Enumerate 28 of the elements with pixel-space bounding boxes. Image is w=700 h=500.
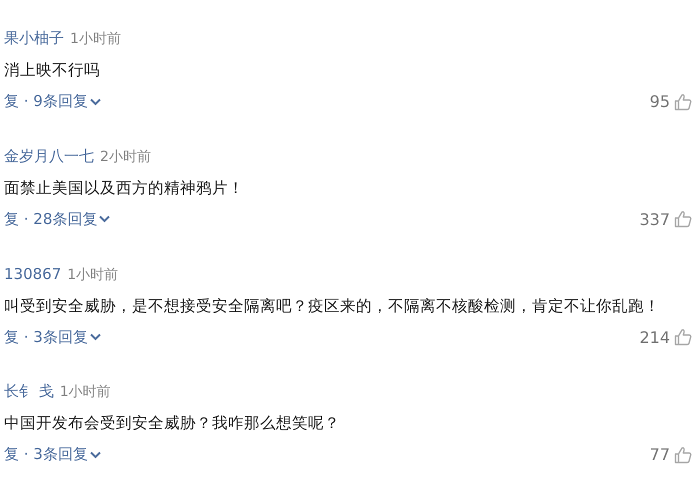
reply-link[interactable]: 复 · 28条回复 bbox=[4, 210, 110, 229]
username[interactable]: 130867 bbox=[4, 264, 62, 282]
timestamp: 1小时前 bbox=[70, 30, 121, 48]
comment-text: 叫受到安全威胁，是不想接受安全隔离吧？疫区来的，不隔离不核酸检测，肯定不让你乱跑！ bbox=[4, 296, 661, 316]
thumbs-up-icon[interactable] bbox=[674, 328, 692, 346]
thumbs-up-icon[interactable] bbox=[674, 92, 692, 110]
chevron-down-icon bbox=[90, 98, 101, 106]
reply-link[interactable]: 复 · 3条回复 bbox=[4, 445, 101, 464]
like-count: 95 bbox=[650, 92, 670, 111]
like-count: 77 bbox=[650, 445, 670, 464]
comment-text: 中国开发布会受到安全威胁？我咋那么想笑呢？ bbox=[4, 413, 341, 434]
thumbs-up-icon[interactable] bbox=[674, 446, 692, 464]
timestamp: 1小时前 bbox=[60, 383, 111, 402]
username[interactable]: 果小柚子 bbox=[4, 29, 64, 48]
chevron-down-icon bbox=[90, 450, 101, 459]
reply-link[interactable]: 复 · 9条回复 bbox=[4, 92, 101, 111]
timestamp: 1小时前 bbox=[67, 266, 118, 284]
like-count: 337 bbox=[639, 210, 670, 229]
like-count: 214 bbox=[639, 328, 670, 346]
username[interactable]: 长钅 戋 bbox=[4, 382, 54, 402]
timestamp: 2小时前 bbox=[100, 148, 151, 166]
comment-text: 消上映不行吗 bbox=[4, 60, 101, 81]
chevron-down-icon bbox=[99, 215, 110, 224]
username[interactable]: 金岁月八一七 bbox=[4, 146, 94, 166]
thumbs-up-icon[interactable] bbox=[674, 210, 692, 228]
comment-text: 面禁止美国以及西方的精神鸦片！ bbox=[4, 178, 245, 199]
reply-link[interactable]: 复 · 3条回复 bbox=[4, 328, 101, 346]
chevron-down-icon bbox=[90, 333, 101, 341]
